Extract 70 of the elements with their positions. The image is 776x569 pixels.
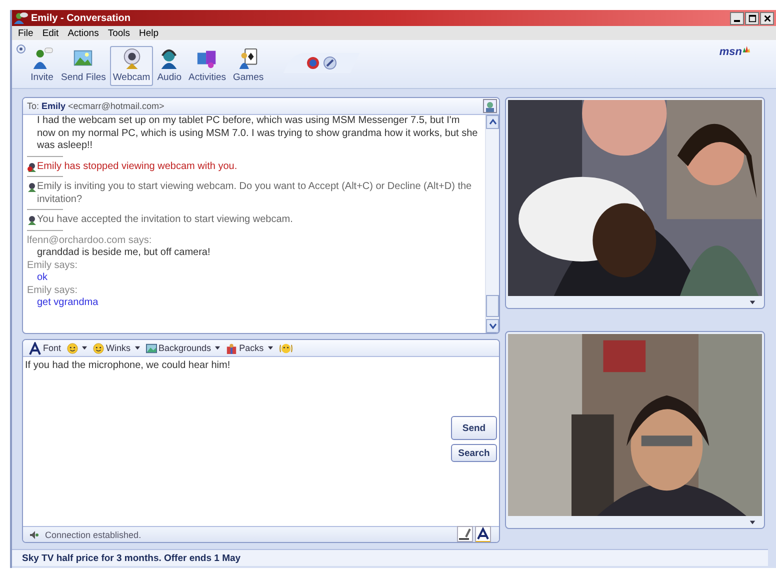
format-button[interactable]: Winks [93,342,140,354]
close-icon [762,14,772,22]
scrollbar[interactable] [485,115,499,333]
notification-text: You have accepted the invitation to start viewing webcam. [37,214,293,226]
notification-text: Emily has stopped viewing webcam with you. [37,160,238,173]
dropdown-icon[interactable] [749,519,756,526]
toolbar-button[interactable]: Activities [186,46,229,86]
toolbar-button[interactable]: Invite [27,46,57,86]
webcam-icon [27,215,37,225]
menu-item[interactable]: Help [139,28,159,38]
notification-text: Emily is inviting you to start viewing webcam. Do you want to Accept (Alt+C) or Decline (Alt+D) the invitation? [37,181,473,206]
message-text: granddad is beside me, but off camera! [36,247,212,260]
window-title: Emily - Conversation [31,12,130,24]
nudge-button[interactable] [278,342,293,354]
recipient-label: To: Emily <ecmarr@hotmail.com> [27,101,164,111]
message-input-area[interactable]: Font Winks Backgrounds Packs If you had the microphone, we could hear him! Send Search Connection established. [22,339,500,543]
speaker-icon [29,530,39,540]
emoticon-button[interactable] [67,342,88,354]
message-text: I had the webcam set up on my tablet PC before, which was using MSM Messenger 7.5, but I'm now on my normal PC, which is using MSM 7.0. I was trying to show grandma how it works, but she was asleep!! [36,115,479,152]
toolbar-button[interactable]: Send Files [58,46,109,86]
msn-logo: msn [719,46,770,58]
scroll-thumb[interactable] [486,295,499,317]
sender-line: Emily says: [27,284,79,297]
menu-item[interactable]: Tools [108,28,130,38]
maximize-button[interactable] [745,12,759,24]
close-button[interactable] [760,12,774,24]
minimize-button[interactable] [730,12,744,24]
chevron-down-icon [488,322,496,330]
minimize-icon [734,20,740,22]
menu-item[interactable]: Edit [42,28,59,38]
menu-item[interactable]: File [18,28,34,38]
dropdown-icon [268,346,273,350]
dropdown-icon [134,346,140,350]
sender-line: lfenn@orchardoo.com says: [27,234,153,247]
chevron-up-icon [488,118,496,126]
smiley-icon [93,342,104,354]
format-button[interactable]: Font [29,342,62,354]
toolbar-button[interactable]: Games [230,46,267,86]
gift-icon [226,342,238,354]
dropdown-icon [82,346,88,350]
advertisement-text[interactable]: Sky TV half price for 3 months. Offer ends 1 May [22,552,241,564]
font-icon[interactable] [475,526,491,542]
message-text: get vgrandma [36,297,100,310]
dropdown-icon [215,346,220,350]
dropdown-icon[interactable] [749,299,756,306]
people-icon [14,12,28,24]
picture-icon [146,342,157,354]
connection-status: Connection established. [45,530,142,540]
toolbar-button[interactable]: Audio [154,46,185,86]
webcam-icon [27,182,37,192]
scroll-down-button[interactable] [486,319,499,333]
menu-item[interactable]: Actions [68,28,99,38]
format-button[interactable]: Packs [226,342,273,354]
toolbar-button[interactable]: Webcam [110,46,154,86]
action-button[interactable]: Send [451,416,497,440]
webcam-stop-icon [27,162,37,172]
scroll-up-button[interactable] [486,115,499,129]
sender-line: Emily says: [27,260,79,272]
contact-picture-icon[interactable] [483,99,497,113]
message-text: ok [36,272,49,284]
pin-icon[interactable] [16,44,26,54]
smiley-icon [67,342,78,354]
smiley-icon [278,342,293,354]
block-icon[interactable] [306,56,320,70]
format-button[interactable]: Backgrounds [146,342,220,354]
paintbrush-icon[interactable] [322,56,337,70]
maximize-icon [748,14,756,22]
action-button[interactable]: Search [451,444,497,462]
handwriting-icon[interactable] [457,526,473,542]
font-icon [29,342,41,354]
